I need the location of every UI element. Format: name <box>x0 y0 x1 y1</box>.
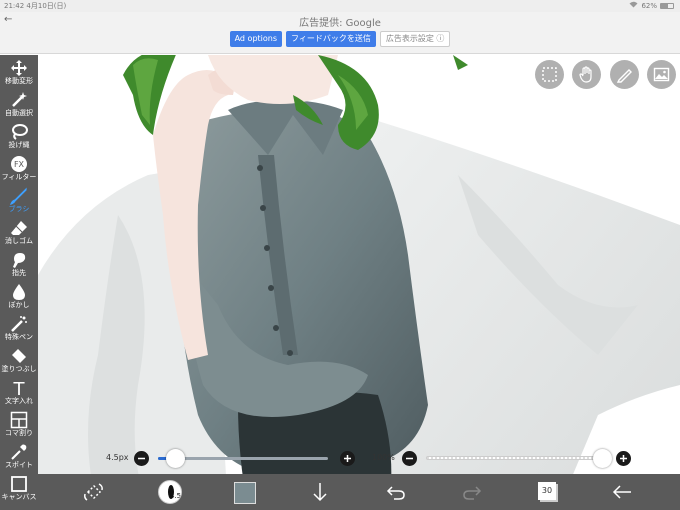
arrow-left-icon <box>612 485 631 499</box>
redo-button[interactable] <box>460 480 484 504</box>
selection-button[interactable] <box>535 60 564 89</box>
tool-label: キャンバス <box>1 493 37 501</box>
tool-label: コマ割り <box>5 429 33 437</box>
tool-eyedropper[interactable]: スポイト <box>0 441 38 473</box>
hand-tool-button[interactable] <box>572 60 601 89</box>
undo-icon <box>386 486 405 500</box>
brush-size-slider-thumb[interactable] <box>165 449 185 468</box>
opacity-increase-button[interactable] <box>616 451 631 466</box>
artwork-illustration <box>38 55 680 510</box>
text-icon: T <box>13 379 26 397</box>
tool-fill[interactable]: 塗りつぶし <box>0 345 38 377</box>
finger-icon <box>13 253 26 268</box>
color-swatch[interactable] <box>234 482 256 504</box>
canvas-icon <box>11 476 27 492</box>
transform-rotate-icon <box>84 483 103 501</box>
tool-frame[interactable]: コマ割り <box>0 409 38 441</box>
undo-button[interactable] <box>384 480 408 504</box>
down-arrow-button[interactable] <box>308 480 332 504</box>
tool-canvas[interactable]: キャンバス <box>0 473 38 505</box>
opacity-slider-thumb[interactable] <box>592 449 612 468</box>
hand-icon <box>579 66 592 83</box>
plus-icon <box>620 455 627 462</box>
status-right: 62% <box>629 1 674 10</box>
arrow-down-icon <box>313 483 327 502</box>
tool-label: フィルター <box>1 173 37 181</box>
redo-icon <box>463 486 482 500</box>
tool-magic-select[interactable]: 自動選択 <box>0 89 38 121</box>
transform-button[interactable] <box>82 480 106 504</box>
tool-sidebar: 移動変形 自動選択 投げ縄 FX フィルター ブラシ 消しゴム 指先 ぼかし 特… <box>0 55 38 510</box>
tool-label: 指先 <box>12 269 26 277</box>
pen-icon <box>616 69 632 83</box>
brush-preview-button[interactable]: 4.5 <box>158 480 182 504</box>
eraser-icon <box>11 221 27 235</box>
pen-button[interactable] <box>610 60 639 89</box>
status-bar: 21:42 4月10日(日) 62% <box>0 0 680 12</box>
image-button[interactable] <box>647 60 676 89</box>
tool-label: 投げ縄 <box>8 141 30 149</box>
drawing-canvas[interactable] <box>38 55 680 510</box>
brush-slider-row: 4.5px 100% <box>38 449 680 471</box>
ad-banner: ← 広告提供: Google Ad options フィードバックを送信 広告表… <box>0 12 680 54</box>
tool-brush[interactable]: ブラシ <box>0 185 38 217</box>
brush-size-label: 4.5px <box>106 453 129 462</box>
svg-text:FX: FX <box>14 160 25 169</box>
opacity-label: 100% <box>372 453 395 462</box>
tool-eraser[interactable]: 消しゴム <box>0 217 38 249</box>
frame-icon <box>10 411 28 429</box>
battery-icon <box>660 2 674 9</box>
opacity-decrease-button[interactable] <box>402 451 417 466</box>
bucket-icon <box>12 349 26 363</box>
opacity-slider[interactable] <box>426 456 602 460</box>
brush-icon <box>10 187 27 205</box>
battery-percent: 62% <box>641 1 657 10</box>
tool-label: 特殊ペン <box>5 333 33 341</box>
magic-wand-icon <box>12 92 27 107</box>
ad-settings-button[interactable]: 広告表示設定 ⓘ <box>379 31 451 47</box>
bottom-toolbar: 4.5 30 <box>38 474 680 510</box>
minus-icon <box>138 457 145 460</box>
tool-label: 塗りつぶし <box>1 365 37 373</box>
info-icon: ⓘ <box>436 34 445 43</box>
tool-smudge[interactable]: 指先 <box>0 249 38 281</box>
special-pen-icon <box>11 316 27 332</box>
tool-label: 文字入れ <box>5 397 33 405</box>
tool-label: 移動変形 <box>5 77 33 85</box>
selection-dashed-icon <box>542 67 557 82</box>
layers-button[interactable]: 30 <box>538 482 556 500</box>
tool-move[interactable]: 移動変形 <box>0 57 38 89</box>
send-feedback-button[interactable]: フィードバックを送信 <box>286 31 376 47</box>
tool-label: ブラシ <box>8 205 30 213</box>
image-icon <box>653 67 670 82</box>
brush-size-increase-button[interactable] <box>340 451 355 466</box>
svg-text:T: T <box>13 379 26 397</box>
ad-options-button[interactable]: Ad options <box>229 31 283 47</box>
eyedropper-icon <box>11 444 27 460</box>
status-time: 21:42 4月10日(日) <box>4 2 67 10</box>
move-icon <box>11 60 27 76</box>
tool-text[interactable]: T 文字入れ <box>0 377 38 409</box>
minus-icon <box>406 457 413 460</box>
wifi-icon <box>629 1 638 10</box>
brush-size-decrease-button[interactable] <box>134 451 149 466</box>
drop-icon <box>13 284 25 300</box>
plus-icon <box>344 455 351 462</box>
fx-icon: FX <box>11 156 27 172</box>
back-button[interactable] <box>610 480 634 504</box>
tool-filter[interactable]: FX フィルター <box>0 153 38 185</box>
tool-lasso[interactable]: 投げ縄 <box>0 121 38 153</box>
tool-special-pen[interactable]: 特殊ペン <box>0 313 38 345</box>
tool-blur[interactable]: ぼかし <box>0 281 38 313</box>
tool-label: 消しゴム <box>5 237 33 245</box>
brush-size-preview: 4.5 <box>170 492 182 500</box>
lasso-icon <box>12 124 28 140</box>
tool-label: 自動選択 <box>5 109 33 117</box>
tool-label: スポイト <box>5 461 33 469</box>
tool-label: ぼかし <box>8 301 30 309</box>
ad-provided-by: 広告提供: Google <box>299 18 381 29</box>
